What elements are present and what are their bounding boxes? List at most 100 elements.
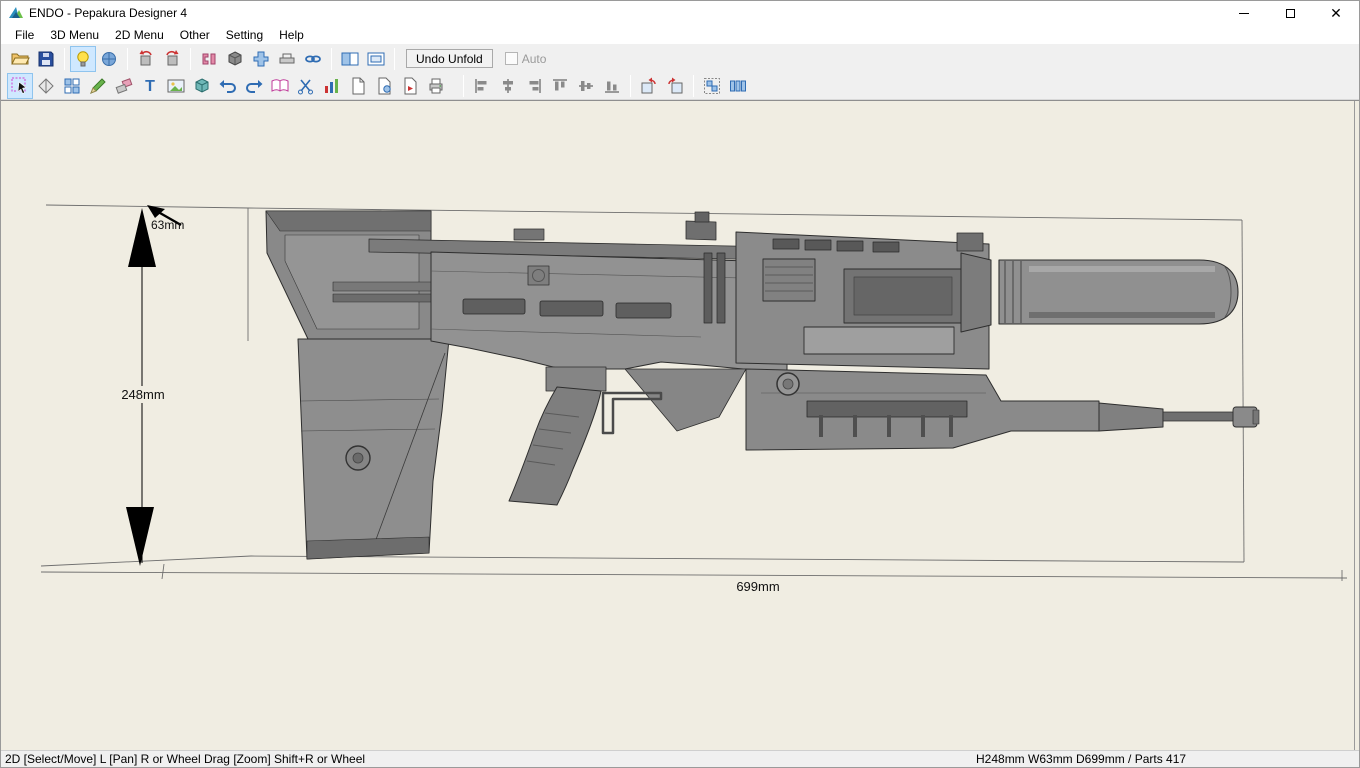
undo-unfold-button[interactable]: Undo Unfold bbox=[406, 49, 493, 68]
insert-image-button[interactable] bbox=[163, 73, 189, 99]
menu-other[interactable]: Other bbox=[172, 26, 218, 44]
model-drawing bbox=[265, 210, 1260, 560]
menu-3d[interactable]: 3D Menu bbox=[42, 26, 107, 44]
scissors-icon bbox=[298, 78, 313, 94]
align-right-button[interactable] bbox=[521, 73, 547, 99]
align-bottom-icon bbox=[605, 81, 619, 92]
align-middle-button[interactable] bbox=[573, 73, 599, 99]
menu-file[interactable]: File bbox=[7, 26, 42, 44]
toolbar-separator bbox=[463, 74, 464, 97]
flatten-icon bbox=[279, 53, 295, 63]
open-file-button[interactable] bbox=[7, 46, 33, 72]
toolbar-separator bbox=[64, 47, 65, 70]
refresh-page-button[interactable] bbox=[397, 73, 423, 99]
diamond-icon bbox=[38, 77, 54, 94]
depth-dimension: 63mm bbox=[147, 205, 184, 232]
open-folder-icon bbox=[11, 53, 30, 64]
texture-view-button[interactable] bbox=[96, 46, 122, 72]
toolbar-2d: T bbox=[1, 72, 1359, 100]
select-cursor-icon bbox=[11, 77, 27, 94]
distribute-icon bbox=[730, 80, 746, 91]
align-left-button[interactable] bbox=[469, 73, 495, 99]
status-bar: 2D [Select/Move] L [Pan] R or Wheel Drag… bbox=[1, 750, 1359, 767]
single-pane-icon bbox=[367, 52, 385, 65]
save-icon bbox=[38, 51, 54, 66]
rotate-ccw-icon bbox=[641, 77, 656, 93]
align-center-button[interactable] bbox=[495, 73, 521, 99]
close-button[interactable]: ✕ bbox=[1313, 1, 1359, 25]
align-right-icon bbox=[529, 78, 541, 93]
undo-button[interactable] bbox=[215, 73, 241, 99]
page-gear-icon bbox=[378, 77, 391, 94]
app-icon bbox=[8, 5, 24, 21]
close-icon: ✕ bbox=[1330, 5, 1342, 21]
align-middle-icon bbox=[579, 80, 593, 91]
pencil-icon bbox=[90, 77, 106, 94]
eraser-button[interactable] bbox=[111, 73, 137, 99]
solid-view-button[interactable] bbox=[222, 46, 248, 72]
open-spread-button[interactable] bbox=[267, 73, 293, 99]
parts-grid-icon bbox=[64, 78, 80, 93]
new-page-button[interactable] bbox=[345, 73, 371, 99]
menu-2d[interactable]: 2D Menu bbox=[107, 26, 172, 44]
save-button[interactable] bbox=[33, 46, 59, 72]
window-controls: ✕ bbox=[1221, 1, 1359, 25]
width-dim-label: 699mm bbox=[736, 579, 779, 594]
auto-checkbox[interactable]: Auto bbox=[504, 51, 547, 66]
minimize-button[interactable] bbox=[1221, 1, 1267, 25]
viewport-2d[interactable]: 248mm 63mm 699mm bbox=[1, 100, 1359, 750]
texture-sphere-icon bbox=[102, 51, 116, 66]
redo-button[interactable] bbox=[241, 73, 267, 99]
checkbox-icon bbox=[504, 52, 518, 65]
material-cube-icon bbox=[195, 77, 209, 93]
toolbar-separator bbox=[190, 47, 191, 70]
link-icon bbox=[305, 55, 321, 62]
toolbar-separator bbox=[394, 47, 395, 70]
rotate-model-right-button[interactable] bbox=[159, 46, 185, 72]
unfold-button[interactable] bbox=[248, 46, 274, 72]
sync-views-button[interactable] bbox=[300, 46, 326, 72]
light-bulb-icon bbox=[77, 50, 89, 66]
cut-parts-button[interactable] bbox=[293, 73, 319, 99]
toolbar-separator bbox=[693, 74, 694, 97]
statistics-button[interactable] bbox=[319, 73, 345, 99]
auto-checkbox-label: Auto bbox=[521, 51, 547, 66]
text-tool-button[interactable]: T bbox=[137, 73, 163, 99]
height-dimension: 248mm bbox=[114, 208, 172, 566]
toolbar-separator bbox=[127, 47, 128, 70]
rotate-cw-icon bbox=[668, 77, 683, 93]
toolbar-separator bbox=[630, 74, 631, 97]
model-scene: 248mm 63mm 699mm bbox=[40, 204, 1348, 594]
toggle-light-button[interactable] bbox=[70, 45, 96, 72]
menu-setting[interactable]: Setting bbox=[218, 26, 271, 44]
material-view-button[interactable] bbox=[189, 73, 215, 99]
text-icon: T bbox=[145, 78, 155, 95]
rotate-model-left-button[interactable] bbox=[133, 46, 159, 72]
rotate-ccw-button[interactable] bbox=[636, 73, 662, 99]
redo-arrow-icon bbox=[246, 79, 263, 93]
align-top-button[interactable] bbox=[547, 73, 573, 99]
menu-help[interactable]: Help bbox=[271, 26, 312, 44]
arrange-parts-button[interactable] bbox=[699, 73, 725, 99]
single-pane-layout-button[interactable] bbox=[363, 46, 389, 72]
flatten-view-button[interactable] bbox=[274, 46, 300, 72]
align-bottom-button[interactable] bbox=[599, 73, 625, 99]
two-pane-layout-button[interactable] bbox=[337, 46, 363, 72]
divide-part-button[interactable] bbox=[33, 73, 59, 99]
printer-icon bbox=[429, 78, 443, 93]
minimize-icon bbox=[1239, 12, 1249, 14]
print-button[interactable] bbox=[423, 73, 449, 99]
edit-joints-button[interactable] bbox=[196, 46, 222, 72]
maximize-button[interactable] bbox=[1267, 1, 1313, 25]
draw-line-button[interactable] bbox=[85, 73, 111, 99]
maximize-icon bbox=[1285, 8, 1295, 18]
status-hint-text: 2D [Select/Move] L [Pan] R or Wheel Drag… bbox=[5, 752, 366, 766]
rotate-cw-button[interactable] bbox=[662, 73, 688, 99]
distribute-parts-button[interactable] bbox=[725, 73, 751, 99]
title-bar: ENDO - Pepakura Designer 4 ✕ bbox=[1, 1, 1359, 25]
select-move-button[interactable] bbox=[7, 72, 33, 99]
check-parts-button[interactable] bbox=[59, 73, 85, 99]
page-setup-button[interactable] bbox=[371, 73, 397, 99]
unfold-pattern-icon bbox=[253, 51, 269, 66]
undo-arrow-icon bbox=[219, 79, 236, 93]
